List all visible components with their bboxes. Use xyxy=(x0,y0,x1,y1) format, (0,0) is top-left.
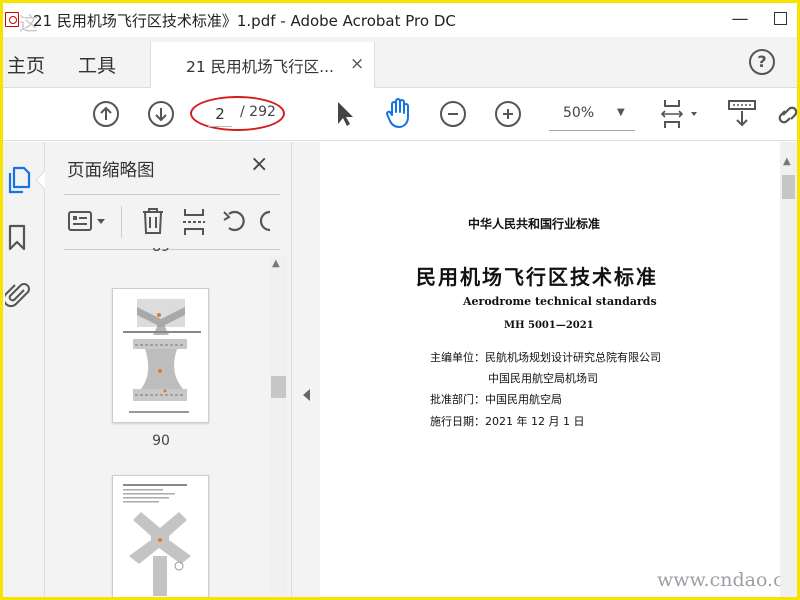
editor-line-1: 主编单位：民航机场规划设计研究总院有限公司 xyxy=(430,349,661,365)
link-icon[interactable] xyxy=(777,101,797,127)
divider xyxy=(121,206,122,238)
approver: 中国民用航空局 xyxy=(485,393,562,406)
close-panel-icon[interactable]: × xyxy=(250,152,268,177)
page-total: / 292 xyxy=(240,104,276,120)
toolbar: / 292 50% ▼ xyxy=(3,89,797,141)
panel-collapse-handle[interactable] xyxy=(292,142,320,597)
site-watermark: www.cndao.com xyxy=(657,569,797,591)
page-preview-image xyxy=(123,299,201,413)
navigation-rail xyxy=(3,142,45,597)
acrobat-icon xyxy=(5,12,19,27)
arrow-up-icon xyxy=(100,106,112,120)
scroll-up-icon[interactable]: ▲ xyxy=(272,258,280,269)
approver-line: 批准部门：中国民用航空局 xyxy=(430,391,562,407)
select-arrow-icon[interactable] xyxy=(334,100,356,128)
bookmark-icon[interactable] xyxy=(7,224,27,252)
insert-pages-icon[interactable] xyxy=(181,207,209,237)
tools-tab[interactable]: 工具 xyxy=(78,51,116,78)
standard-code: MH 5001—2021 xyxy=(504,320,594,331)
page-label-90: 90 xyxy=(152,433,170,449)
zoom-value: 50% xyxy=(563,105,595,121)
undo-icon[interactable] xyxy=(221,208,249,234)
previous-page-button[interactable] xyxy=(93,101,119,127)
document-title: 民用机场飞行区技术标准 xyxy=(416,265,658,289)
page-navigator: / 292 xyxy=(200,101,281,127)
hand-icon[interactable] xyxy=(384,97,414,129)
scroll-mode-icon[interactable] xyxy=(727,99,759,129)
thumbnail-toolbar xyxy=(45,198,292,248)
divider xyxy=(64,194,280,195)
close-tab-icon[interactable]: × xyxy=(350,54,364,74)
scrollbar-thumb[interactable] xyxy=(782,175,795,199)
editor-1: 民航机场规划设计研究总院有限公司 xyxy=(485,351,661,364)
page-preview-image xyxy=(123,484,191,596)
chevron-down-icon: ▼ xyxy=(617,107,625,118)
zoom-in-icon xyxy=(503,109,513,119)
minimize-button[interactable]: — xyxy=(731,11,749,29)
zoom-out-icon xyxy=(448,113,458,115)
standard-header: 中华人民共和国行业标准 xyxy=(468,217,601,231)
editor-2: 中国民用航空局机场司 xyxy=(488,372,598,385)
document-tab[interactable]: 21 民用机场飞行区... × xyxy=(150,42,375,88)
collapse-left-icon[interactable] xyxy=(303,389,310,401)
document-tab-label: 21 民用机场飞行区... xyxy=(186,58,334,76)
arrow-down-icon xyxy=(155,108,167,122)
document-scrollbar[interactable]: ▲ xyxy=(780,142,797,597)
page-number-input[interactable] xyxy=(208,101,232,127)
help-icon[interactable]: ? xyxy=(749,49,775,75)
approver-label: 批准部门： xyxy=(430,393,485,406)
fit-page-icon[interactable] xyxy=(659,98,703,130)
app-window: 这 21 民用机场飞行区技术标准》1.pdf - Adobe Acrobat P… xyxy=(3,3,797,597)
trash-icon[interactable] xyxy=(141,207,165,235)
thumbnails-panel: 页面缩略图 × 90 ▲ xyxy=(45,142,292,597)
editor-label: 主编单位： xyxy=(430,351,485,364)
effective-date: 2021 年 12 月 1 日 xyxy=(485,415,585,428)
menu-tab-bar: 主页 工具 21 民用机场飞行区... × ? xyxy=(3,37,797,88)
english-title: Aerodrome technical standards xyxy=(463,295,657,308)
panel-pointer xyxy=(35,171,45,189)
scrollbar-thumb[interactable] xyxy=(271,376,286,398)
title-bar: 这 21 民用机场飞行区技术标准》1.pdf - Adobe Acrobat P… xyxy=(3,3,797,37)
next-page-button[interactable] xyxy=(148,101,174,127)
page-label-89: 89 xyxy=(111,248,211,260)
window-title: 21 民用机场飞行区技术标准》1.pdf - Adobe Acrobat Pro… xyxy=(33,12,456,30)
zoom-in-button[interactable] xyxy=(495,101,521,127)
thumbnails-scrollbar[interactable]: ▲ xyxy=(270,256,287,596)
redo-icon[interactable] xyxy=(259,208,271,234)
scroll-up-icon[interactable]: ▲ xyxy=(783,156,791,167)
zoom-dropdown[interactable]: 50% ▼ xyxy=(549,101,635,131)
zoom-out-button[interactable] xyxy=(440,101,466,127)
panel-title: 页面缩略图 xyxy=(67,161,155,181)
page-thumbnail-next[interactable] xyxy=(112,475,209,597)
options-icon[interactable] xyxy=(67,210,111,234)
page-thumbnails-icon[interactable] xyxy=(6,166,32,194)
date-line: 施行日期：2021 年 12 月 1 日 xyxy=(430,413,584,429)
attachment-icon[interactable] xyxy=(5,280,31,310)
document-view[interactable]: 中华人民共和国行业标准 民用机场飞行区技术标准 Aerodrome techni… xyxy=(320,142,797,597)
home-tab[interactable]: 主页 xyxy=(7,51,45,78)
page-thumbnail-90[interactable] xyxy=(112,288,209,423)
maximize-button[interactable] xyxy=(774,12,787,25)
date-label: 施行日期： xyxy=(430,415,485,428)
